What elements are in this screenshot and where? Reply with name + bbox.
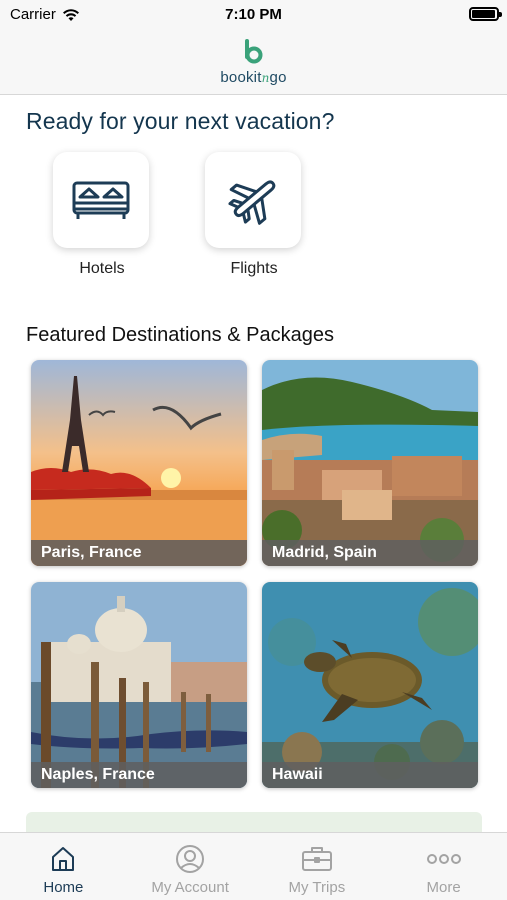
paris-image — [31, 360, 247, 566]
tab-my-account[interactable]: My Account — [127, 833, 254, 900]
tab-home-label: Home — [43, 879, 84, 896]
airplane-icon — [228, 180, 276, 225]
tab-more-label: More — [426, 879, 461, 896]
home-icon — [52, 847, 75, 871]
logo-text: bookit — [220, 69, 262, 86]
status-time: 7:10 PM — [225, 6, 282, 23]
destination-name: Naples, France — [31, 762, 247, 788]
battery-icon — [469, 7, 502, 21]
logo-suffix: go — [269, 69, 287, 86]
hawaii-image — [262, 582, 478, 788]
featured-title: Featured Destinations & Packages — [26, 324, 334, 346]
battery-level — [472, 10, 496, 18]
app-logo[interactable]: bookitngo — [220, 38, 286, 86]
bed-icon — [72, 181, 130, 219]
flights-label: Flights — [230, 260, 278, 277]
more-icon — [426, 854, 461, 864]
category-flights[interactable]: Flights — [205, 152, 303, 278]
account-icon — [176, 845, 205, 873]
logo-wordmark: bookitngo — [220, 69, 286, 86]
tab-more[interactable]: More — [380, 833, 507, 900]
app-header: bookitngo — [0, 30, 507, 95]
destination-card-paris[interactable]: Paris, France — [31, 360, 247, 566]
hotels-tile[interactable] — [53, 152, 149, 248]
destination-card-hawaii[interactable]: Hawaii — [262, 582, 478, 788]
category-hotels[interactable]: Hotels — [53, 152, 151, 278]
naples-image — [31, 582, 247, 788]
tab-my-trips[interactable]: My Trips — [254, 833, 381, 900]
destination-card-naples[interactable]: Naples, France — [31, 582, 247, 788]
logo-b-icon — [245, 39, 263, 64]
madrid-image — [262, 360, 478, 566]
page-title: Ready for your next vacation? — [26, 108, 335, 134]
hotels-label: Hotels — [79, 260, 125, 277]
tab-bar: Home My Account My Trips More — [0, 832, 507, 900]
logo-connector: n — [261, 71, 270, 85]
status-bar: Carrier 7:10 PM — [0, 0, 507, 30]
tab-home[interactable]: Home — [0, 833, 127, 900]
destination-name: Paris, France — [31, 540, 247, 566]
destination-name: Madrid, Spain — [262, 540, 478, 566]
destination-name: Hawaii — [262, 762, 478, 788]
tab-account-label: My Account — [151, 879, 229, 896]
main-content[interactable]: Ready for your next vacation? Hotels Fli… — [0, 96, 507, 832]
promo-banner[interactable] — [26, 812, 482, 832]
flights-tile[interactable] — [205, 152, 301, 248]
tab-trips-label: My Trips — [288, 879, 346, 896]
destination-card-madrid[interactable]: Madrid, Spain — [262, 360, 478, 566]
briefcase-icon — [301, 847, 332, 871]
